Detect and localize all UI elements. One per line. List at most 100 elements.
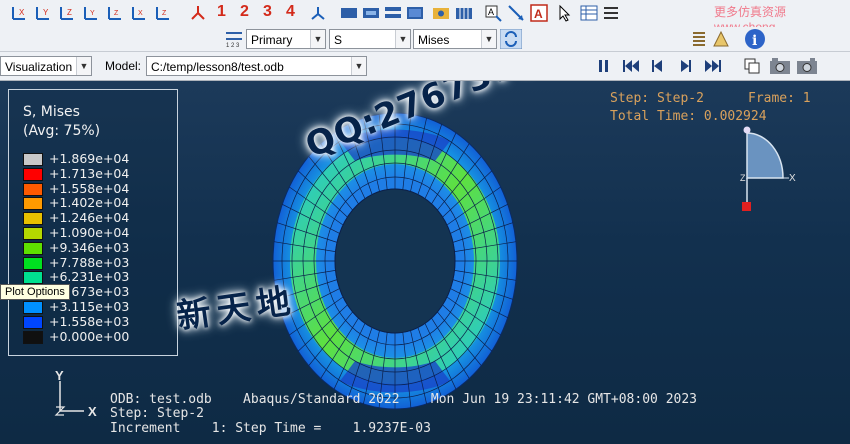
select-cursor-icon[interactable] bbox=[556, 4, 574, 22]
svg-text:Z: Z bbox=[114, 10, 119, 17]
hidden-edges-icon[interactable] bbox=[406, 4, 424, 22]
chevron-down-icon: ▼ bbox=[310, 30, 325, 48]
contour-legend: S, Mises (Avg: 75%) +1.869e+04 +1.713e+04… bbox=[8, 89, 178, 356]
triad-icon[interactable] bbox=[309, 4, 327, 22]
list-icon[interactable] bbox=[602, 4, 620, 22]
variable-type-select[interactable]: Primary ▼ bbox=[246, 29, 326, 49]
last-frame-icon[interactable] bbox=[704, 59, 722, 73]
pause-icon[interactable] bbox=[597, 59, 611, 73]
legend-value: +6.231e+03 bbox=[49, 269, 130, 285]
render-style-icon[interactable] bbox=[340, 4, 358, 22]
model-select[interactable]: C:/temp/lesson8/test.odb ▼ bbox=[146, 56, 367, 76]
svg-text:X: X bbox=[138, 10, 143, 17]
svg-text:X: X bbox=[19, 8, 25, 17]
copy-viewport-icon[interactable] bbox=[743, 57, 761, 75]
legend-swatch bbox=[23, 153, 43, 166]
frame-label: Frame: 1 bbox=[748, 91, 811, 106]
legend-swatch bbox=[23, 167, 43, 181]
legend-value: +3.115e+03 bbox=[49, 299, 130, 314]
step-info-line: Step: Step-2 bbox=[110, 406, 204, 421]
axis-z-icon[interactable]: Z bbox=[58, 4, 76, 22]
legend-subtitle: (Avg: 75%) bbox=[23, 123, 101, 139]
viewport[interactable]: S, Mises (Avg: 75%) +1.869e+04 +1.713e+04… bbox=[0, 81, 850, 444]
chevron-down-icon: ▼ bbox=[351, 57, 366, 75]
chevron-down-icon: ▼ bbox=[481, 30, 496, 48]
first-frame-icon[interactable] bbox=[622, 59, 640, 73]
module-select[interactable]: Visualization ▼ bbox=[0, 56, 92, 76]
legend-value: +1.713e+04 bbox=[49, 165, 130, 181]
legend-value: +0.000e+00 bbox=[49, 328, 130, 344]
legend-swatch bbox=[23, 197, 43, 211]
axis-yz-icon[interactable]: Z bbox=[106, 4, 124, 22]
svg-text:Y: Y bbox=[90, 10, 95, 17]
triad-icon: Y X bbox=[54, 369, 97, 419]
svg-text:A: A bbox=[534, 7, 543, 21]
field-output-toolbar: 1 2 3 Primary ▼ S ▼ Mises ▼ i bbox=[0, 27, 850, 52]
view-3-button[interactable]: 3 bbox=[263, 3, 272, 21]
legend-value: +1.558e+03 bbox=[49, 313, 130, 329]
ring-mesh bbox=[272, 112, 518, 410]
svg-text:Z: Z bbox=[162, 10, 167, 17]
legend-swatch bbox=[23, 212, 43, 226]
view-toolbar: X Y Z Y Z X Z 1 2 3 4 A A 更多仿真资源 www.cho… bbox=[0, 0, 850, 34]
svg-text:A: A bbox=[488, 7, 494, 17]
model-label: Model: bbox=[105, 59, 142, 73]
legend-swatch bbox=[23, 315, 43, 329]
svg-text:Y: Y bbox=[43, 8, 49, 17]
view-2-button[interactable]: 2 bbox=[240, 3, 249, 21]
mesh-icon[interactable] bbox=[455, 4, 473, 22]
increment-info-line: Increment 1: Step Time = 1.9237E-03 bbox=[110, 421, 431, 436]
legend-value: +1.090e+04 bbox=[49, 225, 130, 240]
movie-camera-icon[interactable] bbox=[769, 56, 791, 76]
ring-contour-plot[interactable] bbox=[270, 111, 520, 411]
variable-type-value: Primary bbox=[251, 33, 293, 47]
legend-value: +1.402e+04 bbox=[49, 195, 130, 211]
view-1-button[interactable]: 1 bbox=[217, 3, 226, 21]
total-time-label: Total Time: 0.002924 bbox=[610, 109, 767, 124]
arrow-annotation-icon[interactable] bbox=[507, 4, 525, 22]
legend-swatch bbox=[23, 227, 43, 240]
camera-icon[interactable] bbox=[432, 4, 450, 22]
axis-zz-icon[interactable]: Z bbox=[154, 4, 172, 22]
legend-value: +9.346e+03 bbox=[49, 239, 130, 255]
chevron-down-icon: ▼ bbox=[76, 57, 91, 75]
section-z-label: Z bbox=[740, 173, 746, 183]
triad-x-label: X bbox=[88, 404, 97, 419]
legend-swatch bbox=[23, 301, 43, 314]
legend-value: +7.788e+03 bbox=[49, 254, 130, 270]
svg-text:1 2 3: 1 2 3 bbox=[226, 43, 240, 48]
perspective-icon[interactable] bbox=[362, 4, 380, 22]
refresh-icon[interactable] bbox=[500, 29, 522, 49]
text-annotation-icon[interactable]: A bbox=[484, 4, 502, 22]
invariant-select[interactable]: Mises ▼ bbox=[413, 29, 497, 49]
legend-swatch bbox=[23, 182, 43, 196]
plot-options-tooltip: Plot Options bbox=[0, 284, 70, 300]
previous-frame-icon[interactable] bbox=[650, 59, 664, 73]
legend-value: +1.558e+04 bbox=[49, 180, 130, 196]
text-box-icon[interactable]: A bbox=[530, 4, 548, 22]
step-frame-icon[interactable]: 1 2 3 bbox=[224, 30, 244, 48]
legend-swatch bbox=[23, 271, 43, 285]
variable-select[interactable]: S ▼ bbox=[329, 29, 411, 49]
module-value: Visualization bbox=[5, 60, 73, 74]
legend-title: S, Mises bbox=[23, 104, 80, 120]
photo-camera-icon[interactable] bbox=[796, 56, 818, 76]
notes-icon[interactable] bbox=[690, 30, 708, 48]
rotate-icon[interactable] bbox=[189, 4, 207, 22]
legend-value: +1.246e+04 bbox=[49, 210, 130, 226]
svg-text:Z: Z bbox=[67, 8, 72, 17]
view-4-button[interactable]: 4 bbox=[286, 3, 295, 21]
axis-y-icon[interactable]: Y bbox=[34, 4, 52, 22]
ruler-icon[interactable] bbox=[712, 30, 730, 48]
odb-info-line: ODB: test.odb Abaqus/Standard 2022 Mon J… bbox=[110, 392, 697, 407]
axis-xy-icon[interactable]: Y bbox=[82, 4, 100, 22]
table-icon[interactable] bbox=[580, 4, 598, 22]
visible-edges-icon[interactable] bbox=[384, 4, 402, 22]
section-view-icon: X Z bbox=[740, 126, 796, 211]
axis-x-icon[interactable]: X bbox=[10, 4, 28, 22]
invariant-value: Mises bbox=[418, 33, 450, 47]
info-icon[interactable]: i bbox=[744, 28, 766, 50]
legend-swatch bbox=[23, 241, 43, 255]
axis-zx-icon[interactable]: X bbox=[130, 4, 148, 22]
next-frame-icon[interactable] bbox=[679, 59, 693, 73]
